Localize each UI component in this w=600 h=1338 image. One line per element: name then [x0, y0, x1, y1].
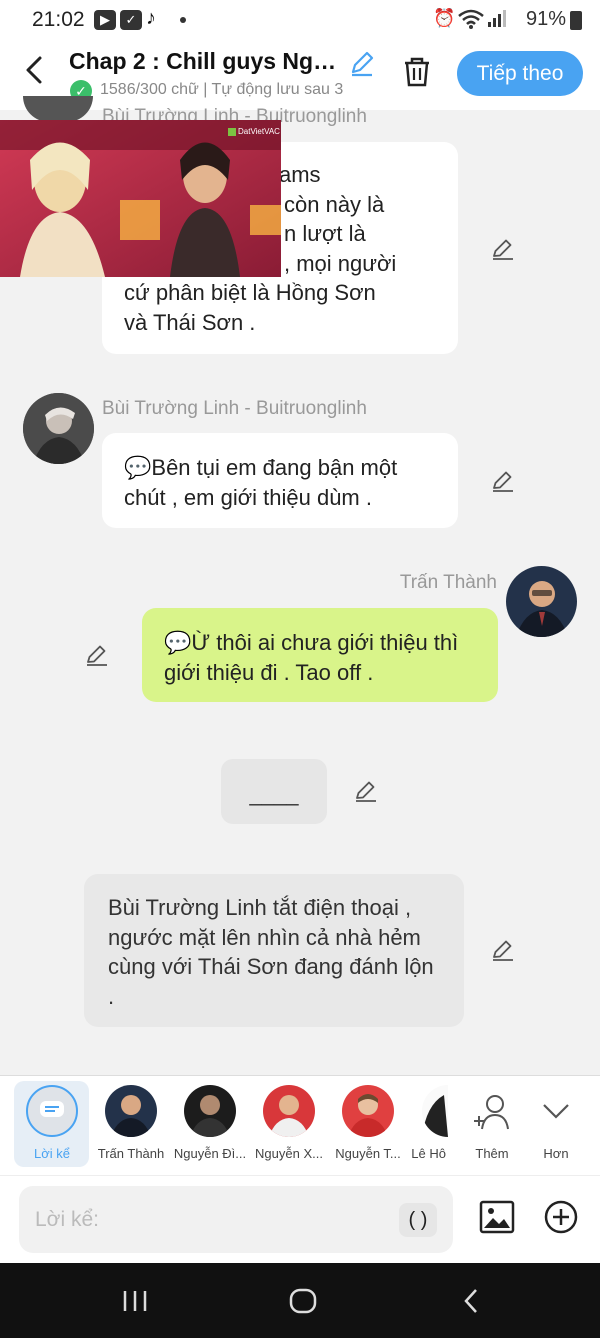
recent-apps-icon[interactable] [122, 1289, 148, 1318]
avatar [263, 1085, 315, 1137]
parenthesis-button[interactable]: ( ) [399, 1203, 437, 1237]
video-overlay[interactable]: DatVietVAC [0, 120, 281, 277]
battery-icon [570, 11, 582, 30]
system-back-icon[interactable] [461, 1288, 481, 1319]
message-line: và Thái Sơn . [124, 309, 256, 335]
edit-message-icon[interactable] [491, 938, 515, 962]
trash-icon[interactable] [402, 56, 432, 93]
scene-separator[interactable]: ____ [221, 759, 327, 824]
word-count-status: 1586/300 chữ | Tự động lưu sau 3 [100, 81, 344, 98]
character-label: Hơn [543, 1146, 569, 1161]
image-icon[interactable] [479, 1200, 515, 1239]
message-line: cứ phân biệt là Hồng Sơn [124, 280, 376, 305]
character-nguyen-di[interactable]: Nguyễn Đì... [170, 1076, 250, 1161]
chapter-title[interactable]: Chap 2 : Chill guys Ngo... [69, 48, 345, 75]
message-bubble[interactable]: 💬Bên tụi em đang bận một chút , em giới … [102, 433, 458, 528]
narration-bubble[interactable]: Bùi Trường Linh tắt điện thoại , ngước m… [84, 874, 464, 1027]
avatar [422, 1085, 448, 1137]
character-label: Nguyễn T... [335, 1146, 401, 1161]
character-narration[interactable]: Lời kể [12, 1076, 92, 1161]
narration-icon [26, 1085, 78, 1137]
edit-message-icon[interactable] [491, 469, 515, 493]
back-arrow-icon[interactable] [22, 55, 46, 93]
user-message-bubble[interactable]: 💬Ừ thôi ai chưa giới thiệu thì giới thiệ… [142, 608, 498, 702]
status-bar: 21:02 ▶ ✓ ♪ ⏰ 91% [0, 0, 600, 40]
character-le-ho[interactable]: Lê Hô [398, 1076, 448, 1161]
character-label: Nguyễn X... [255, 1146, 323, 1161]
character-nguyen-x[interactable]: Nguyễn X... [249, 1076, 329, 1161]
sender-name: Trấn Thành [399, 572, 497, 593]
avatar [342, 1085, 394, 1137]
next-button[interactable]: Tiếp theo [457, 51, 583, 96]
avatar[interactable] [506, 566, 577, 637]
edit-message-icon[interactable] [85, 643, 109, 667]
character-label: Nguyễn Đì... [173, 1146, 247, 1161]
app-notification-icon: ▶ [94, 10, 116, 30]
chevron-down-icon [530, 1085, 582, 1137]
avatar[interactable] [23, 96, 93, 122]
message-input[interactable]: Lời kể: ( ) [19, 1186, 453, 1253]
character-selector: Lời kể Trấn Thành Nguyễn Đì... Nguyễn X.… [0, 1075, 600, 1175]
status-time: 21:02 [32, 8, 85, 31]
avatar [184, 1085, 236, 1137]
character-nguyen-t[interactable]: Nguyễn T... [328, 1076, 408, 1161]
video-watermark: DatVietVAC [238, 127, 280, 136]
sender-name: Bùi Trường Linh - Buitruonglinh [102, 398, 367, 419]
character-label: Lê Hô [411, 1146, 446, 1161]
character-label: Lời kể [34, 1146, 70, 1161]
battery-percent: 91% [525, 8, 566, 30]
wifi-icon [458, 8, 484, 35]
edit-title-icon[interactable] [348, 49, 376, 82]
alarm-icon: ⏰ [433, 8, 456, 28]
add-person-icon [466, 1085, 518, 1137]
signal-icon [487, 8, 507, 33]
home-icon[interactable] [289, 1288, 317, 1319]
input-area: Lời kể: ( ) [0, 1175, 600, 1263]
edit-message-icon[interactable] [491, 237, 515, 261]
more-characters-button[interactable]: Hơn [516, 1076, 596, 1161]
input-placeholder: Lời kể: [35, 1208, 99, 1231]
tiktok-icon: ♪ [146, 7, 156, 29]
check-notification-icon: ✓ [120, 10, 142, 30]
add-circle-icon[interactable] [544, 1200, 578, 1239]
more-notifications-icon [180, 17, 186, 23]
character-tran-thanh[interactable]: Trấn Thành [91, 1076, 171, 1161]
character-label: Trấn Thành [97, 1146, 165, 1161]
avatar [105, 1085, 157, 1137]
edit-message-icon[interactable] [354, 779, 378, 803]
system-nav-bar [0, 1263, 600, 1338]
avatar[interactable] [23, 393, 94, 464]
